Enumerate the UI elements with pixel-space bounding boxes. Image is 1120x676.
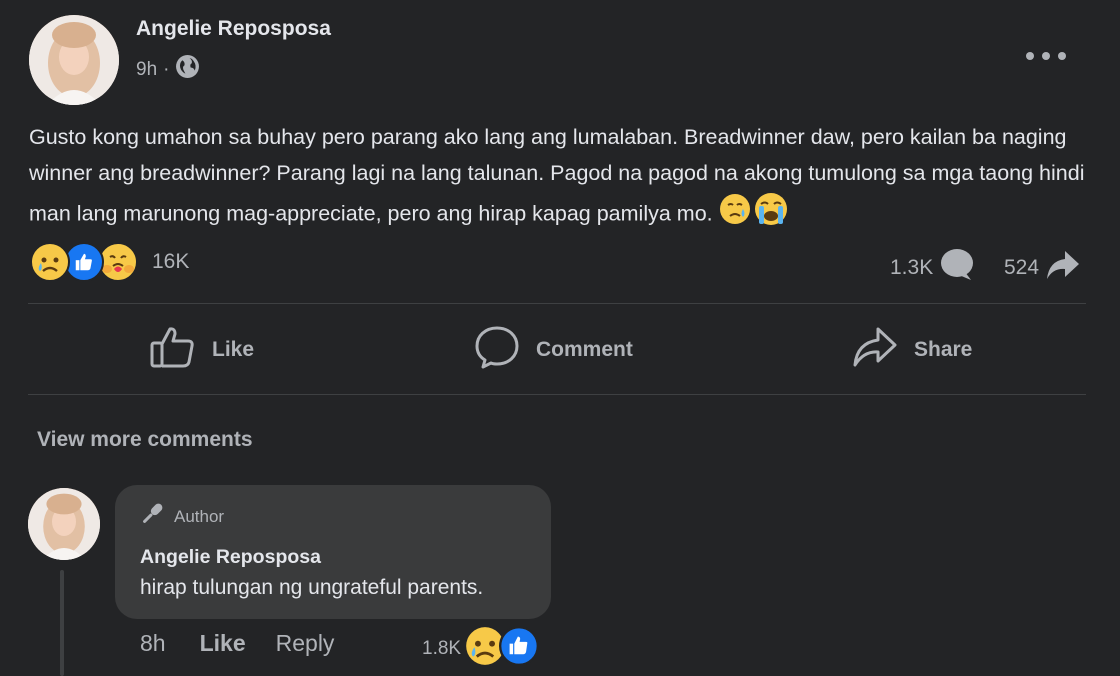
post-author-name[interactable]: Angelie Reposposa [136, 17, 331, 41]
like-button[interactable]: Like [150, 326, 254, 374]
comment-author-name[interactable]: Angelie Reposposa [140, 546, 321, 569]
share-button[interactable]: Share [852, 326, 972, 374]
comment-reply-button[interactable]: Reply [276, 630, 335, 657]
post-time[interactable]: 9h [136, 59, 157, 81]
sad-relieved-emoji-icon [719, 193, 751, 237]
comment-icon [474, 325, 520, 375]
like-label: Like [212, 338, 255, 361]
reactions-summary[interactable]: 16K [30, 241, 189, 283]
post-body-text: Gusto kong umahon sa buhay pero parang a… [29, 125, 1085, 226]
author-badge: Author [138, 500, 224, 533]
author-badge-label: Author [174, 506, 225, 526]
share-icon [852, 325, 898, 375]
comments-count-link[interactable]: 1.3K [890, 248, 975, 288]
comment-button[interactable]: Comment [474, 326, 633, 374]
share-label: Share [914, 338, 973, 361]
meta-separator: · [163, 58, 170, 80]
divider [28, 303, 1086, 304]
shares-count: 524 [1004, 256, 1040, 279]
microphone-icon [138, 500, 166, 533]
comment-bubble-icon [939, 248, 975, 288]
sad-icon [30, 242, 70, 282]
post-text: Gusto kong umahon sa buhay pero parang a… [29, 120, 1089, 239]
reactions-count[interactable]: 16K [152, 250, 189, 274]
comment-reactions[interactable]: 1.8K [422, 626, 540, 672]
divider [28, 394, 1086, 395]
care-icon [98, 242, 138, 282]
post-author-avatar[interactable] [29, 15, 119, 105]
dot-icon [1042, 52, 1050, 60]
shares-count-link[interactable]: 524 [1004, 248, 1081, 288]
share-arrow-icon [1045, 248, 1081, 288]
comment-time[interactable]: 8h [140, 630, 166, 657]
comment-author-avatar[interactable] [28, 488, 100, 560]
loudly-crying-emoji-icon [751, 191, 791, 239]
thumbs-up-icon [150, 325, 196, 375]
comment-like-button[interactable]: Like [200, 630, 246, 657]
comment-text: hirap tulungan ng ungrateful parents. [140, 576, 484, 599]
comment-reactions-count: 1.8K [422, 638, 462, 659]
post-meta: 9h · [136, 54, 200, 85]
comment-thread-line [60, 570, 64, 676]
comment-actions: 8h Like Reply [140, 630, 334, 657]
like-icon [499, 626, 540, 672]
like-icon [64, 242, 104, 282]
dot-icon [1026, 52, 1034, 60]
view-more-comments-link[interactable]: View more comments [37, 428, 253, 452]
globe-icon [175, 54, 200, 85]
comments-count: 1.3K [890, 256, 934, 279]
post-more-options-button[interactable] [1026, 44, 1066, 68]
dot-icon [1058, 52, 1066, 60]
comment-label: Comment [536, 338, 633, 361]
